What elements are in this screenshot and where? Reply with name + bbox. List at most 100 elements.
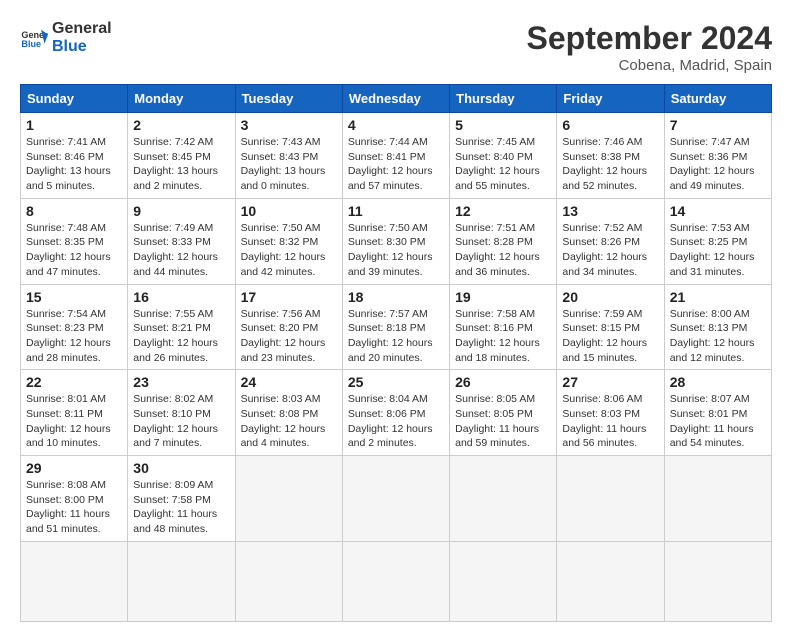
day-number-25: 25 [348, 374, 444, 390]
day-number-21: 21 [670, 289, 766, 305]
day-info-14: Sunrise: 7:53 AM Sunset: 8:25 PM Dayligh… [670, 221, 766, 280]
col-monday: Monday [128, 85, 235, 113]
day-cell-8: 8 Sunrise: 7:48 AM Sunset: 8:35 PM Dayli… [21, 198, 128, 284]
day-cell-29: 29 Sunrise: 8:08 AM Sunset: 8:00 PM Dayl… [21, 456, 128, 542]
logo-icon: General Blue [20, 24, 48, 52]
day-number-5: 5 [455, 117, 551, 133]
day-number-8: 8 [26, 203, 122, 219]
day-info-18: Sunrise: 7:57 AM Sunset: 8:18 PM Dayligh… [348, 307, 444, 366]
day-number-14: 14 [670, 203, 766, 219]
day-info-16: Sunrise: 7:55 AM Sunset: 8:21 PM Dayligh… [133, 307, 229, 366]
day-cell-27: 27 Sunrise: 8:06 AM Sunset: 8:03 PM Dayl… [557, 370, 664, 456]
logo: General Blue General Blue [20, 20, 112, 55]
day-number-22: 22 [26, 374, 122, 390]
day-cell-28: 28 Sunrise: 8:07 AM Sunset: 8:01 PM Dayl… [664, 370, 771, 456]
day-number-11: 11 [348, 203, 444, 219]
day-cell-18: 18 Sunrise: 7:57 AM Sunset: 8:18 PM Dayl… [342, 284, 449, 370]
day-info-21: Sunrise: 8:00 AM Sunset: 8:13 PM Dayligh… [670, 307, 766, 366]
col-saturday: Saturday [664, 85, 771, 113]
day-number-27: 27 [562, 374, 658, 390]
empty-cell [557, 456, 664, 542]
day-info-12: Sunrise: 7:51 AM Sunset: 8:28 PM Dayligh… [455, 221, 551, 280]
day-info-24: Sunrise: 8:03 AM Sunset: 8:08 PM Dayligh… [241, 392, 337, 451]
day-cell-21: 21 Sunrise: 8:00 AM Sunset: 8:13 PM Dayl… [664, 284, 771, 370]
day-cell-12: 12 Sunrise: 7:51 AM Sunset: 8:28 PM Dayl… [450, 198, 557, 284]
day-info-23: Sunrise: 8:02 AM Sunset: 8:10 PM Dayligh… [133, 392, 229, 451]
empty-cell [664, 541, 771, 621]
title-block: September 2024 Cobena, Madrid, Spain [527, 20, 772, 74]
day-number-17: 17 [241, 289, 337, 305]
day-info-17: Sunrise: 7:56 AM Sunset: 8:20 PM Dayligh… [241, 307, 337, 366]
location: Cobena, Madrid, Spain [527, 57, 772, 74]
day-info-13: Sunrise: 7:52 AM Sunset: 8:26 PM Dayligh… [562, 221, 658, 280]
day-number-6: 6 [562, 117, 658, 133]
page-header: General Blue General Blue September 2024… [20, 20, 772, 74]
day-cell-11: 11 Sunrise: 7:50 AM Sunset: 8:30 PM Dayl… [342, 198, 449, 284]
empty-cell [450, 456, 557, 542]
day-number-9: 9 [133, 203, 229, 219]
empty-cell [21, 541, 128, 621]
day-number-28: 28 [670, 374, 766, 390]
day-number-16: 16 [133, 289, 229, 305]
calendar-header-row: Sunday Monday Tuesday Wednesday Thursday… [21, 85, 772, 113]
day-number-19: 19 [455, 289, 551, 305]
day-info-3: Sunrise: 7:43 AM Sunset: 8:43 PM Dayligh… [241, 135, 337, 194]
col-thursday: Thursday [450, 85, 557, 113]
calendar-week-row: 8 Sunrise: 7:48 AM Sunset: 8:35 PM Dayli… [21, 198, 772, 284]
svg-text:Blue: Blue [21, 39, 41, 49]
day-number-20: 20 [562, 289, 658, 305]
logo-general: General [52, 20, 112, 38]
day-cell-6: 6 Sunrise: 7:46 AM Sunset: 8:38 PM Dayli… [557, 113, 664, 199]
calendar-week-row: 15 Sunrise: 7:54 AM Sunset: 8:23 PM Dayl… [21, 284, 772, 370]
day-info-25: Sunrise: 8:04 AM Sunset: 8:06 PM Dayligh… [348, 392, 444, 451]
empty-cell [128, 541, 235, 621]
day-number-15: 15 [26, 289, 122, 305]
day-number-4: 4 [348, 117, 444, 133]
day-cell-20: 20 Sunrise: 7:59 AM Sunset: 8:15 PM Dayl… [557, 284, 664, 370]
calendar-week-row [21, 541, 772, 621]
day-cell-10: 10 Sunrise: 7:50 AM Sunset: 8:32 PM Dayl… [235, 198, 342, 284]
day-number-10: 10 [241, 203, 337, 219]
day-cell-30: 30 Sunrise: 8:09 AM Sunset: 7:58 PM Dayl… [128, 456, 235, 542]
day-cell-15: 15 Sunrise: 7:54 AM Sunset: 8:23 PM Dayl… [21, 284, 128, 370]
day-cell-16: 16 Sunrise: 7:55 AM Sunset: 8:21 PM Dayl… [128, 284, 235, 370]
day-info-5: Sunrise: 7:45 AM Sunset: 8:40 PM Dayligh… [455, 135, 551, 194]
day-info-15: Sunrise: 7:54 AM Sunset: 8:23 PM Dayligh… [26, 307, 122, 366]
day-info-1: Sunrise: 7:41 AM Sunset: 8:46 PM Dayligh… [26, 135, 122, 194]
day-cell-5: 5 Sunrise: 7:45 AM Sunset: 8:40 PM Dayli… [450, 113, 557, 199]
empty-cell [342, 456, 449, 542]
day-info-26: Sunrise: 8:05 AM Sunset: 8:05 PM Dayligh… [455, 392, 551, 451]
day-info-6: Sunrise: 7:46 AM Sunset: 8:38 PM Dayligh… [562, 135, 658, 194]
calendar-table: Sunday Monday Tuesday Wednesday Thursday… [20, 84, 772, 622]
day-number-24: 24 [241, 374, 337, 390]
day-number-29: 29 [26, 460, 122, 476]
day-info-30: Sunrise: 8:09 AM Sunset: 7:58 PM Dayligh… [133, 478, 229, 537]
day-cell-17: 17 Sunrise: 7:56 AM Sunset: 8:20 PM Dayl… [235, 284, 342, 370]
day-info-27: Sunrise: 8:06 AM Sunset: 8:03 PM Dayligh… [562, 392, 658, 451]
day-info-7: Sunrise: 7:47 AM Sunset: 8:36 PM Dayligh… [670, 135, 766, 194]
day-info-11: Sunrise: 7:50 AM Sunset: 8:30 PM Dayligh… [348, 221, 444, 280]
day-cell-23: 23 Sunrise: 8:02 AM Sunset: 8:10 PM Dayl… [128, 370, 235, 456]
day-info-28: Sunrise: 8:07 AM Sunset: 8:01 PM Dayligh… [670, 392, 766, 451]
day-number-13: 13 [562, 203, 658, 219]
col-sunday: Sunday [21, 85, 128, 113]
day-info-8: Sunrise: 7:48 AM Sunset: 8:35 PM Dayligh… [26, 221, 122, 280]
day-cell-19: 19 Sunrise: 7:58 AM Sunset: 8:16 PM Dayl… [450, 284, 557, 370]
day-info-20: Sunrise: 7:59 AM Sunset: 8:15 PM Dayligh… [562, 307, 658, 366]
day-cell-7: 7 Sunrise: 7:47 AM Sunset: 8:36 PM Dayli… [664, 113, 771, 199]
empty-cell [235, 541, 342, 621]
day-info-10: Sunrise: 7:50 AM Sunset: 8:32 PM Dayligh… [241, 221, 337, 280]
empty-cell [664, 456, 771, 542]
day-number-12: 12 [455, 203, 551, 219]
day-number-2: 2 [133, 117, 229, 133]
calendar-week-row: 22 Sunrise: 8:01 AM Sunset: 8:11 PM Dayl… [21, 370, 772, 456]
day-cell-13: 13 Sunrise: 7:52 AM Sunset: 8:26 PM Dayl… [557, 198, 664, 284]
day-cell-2: 2 Sunrise: 7:42 AM Sunset: 8:45 PM Dayli… [128, 113, 235, 199]
day-number-1: 1 [26, 117, 122, 133]
day-cell-4: 4 Sunrise: 7:44 AM Sunset: 8:41 PM Dayli… [342, 113, 449, 199]
col-friday: Friday [557, 85, 664, 113]
col-wednesday: Wednesday [342, 85, 449, 113]
empty-cell [342, 541, 449, 621]
col-tuesday: Tuesday [235, 85, 342, 113]
logo-blue: Blue [52, 38, 112, 56]
